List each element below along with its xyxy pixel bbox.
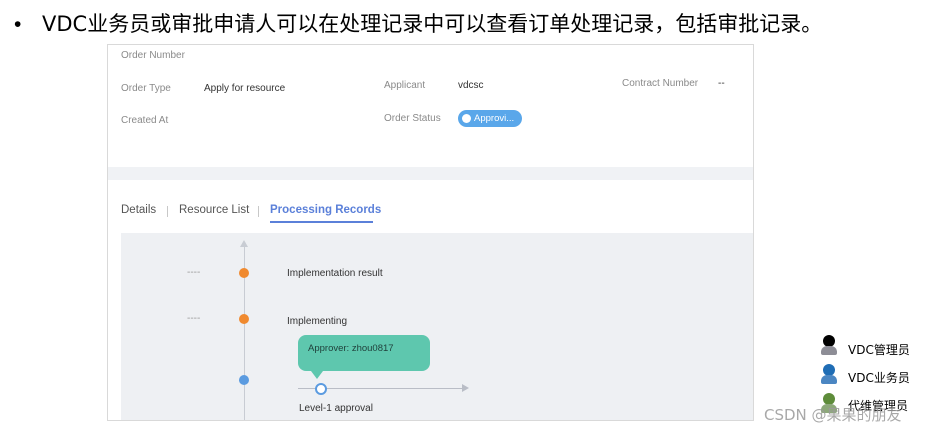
record-node-icon xyxy=(239,314,249,324)
tooltip-tail xyxy=(311,371,323,379)
order-type-value: Apply for resource xyxy=(204,83,286,94)
order-detail-screenshot: Order Number Order Type Apply for resour… xyxy=(107,44,754,421)
applicant-value: vdcsc xyxy=(458,80,484,91)
tab-details[interactable]: Details xyxy=(121,204,156,216)
bullet-point: • xyxy=(14,13,22,36)
tab-resource-list[interactable]: Resource List xyxy=(179,204,249,216)
record-node-icon xyxy=(239,268,249,278)
order-status-label: Order Status xyxy=(384,113,441,124)
approver-tooltip: Approver: zhou0817 xyxy=(298,335,430,371)
track-arrow-icon xyxy=(462,384,469,392)
processing-records-panel: ---- Implementation result ---- Implemen… xyxy=(121,233,753,420)
record-time: ---- xyxy=(187,267,201,278)
approval-level-label: Level-1 approval xyxy=(299,403,373,414)
record-text: Implementation result xyxy=(287,268,383,279)
created-at-label: Created At xyxy=(121,115,169,126)
contract-number-label: Contract Number xyxy=(622,78,699,89)
order-status-badge: Approvi... xyxy=(458,110,522,127)
record-time: ---- xyxy=(187,313,201,324)
legend-label: VDC业务员 xyxy=(848,371,910,385)
applicant-label: Applicant xyxy=(384,80,426,91)
contract-number-value: -- xyxy=(718,78,725,89)
section-divider xyxy=(108,167,753,180)
approver-text: Approver: zhou0817 xyxy=(308,343,394,354)
approval-node-icon xyxy=(239,375,249,385)
vdc-operator-person-icon xyxy=(821,364,837,384)
more-dots-icon xyxy=(462,114,471,123)
approval-step-icon[interactable] xyxy=(315,383,327,395)
tab-separator xyxy=(258,206,259,217)
order-type-label: Order Type xyxy=(121,83,171,94)
slide-heading: VDC业务员或审批申请人可以在处理记录中可以查看订单处理记录，包括审批记录。 xyxy=(42,12,823,36)
timeline-arrow-icon xyxy=(240,240,248,247)
record-text: Implementing xyxy=(287,316,348,327)
active-tab-indicator xyxy=(270,221,373,223)
watermark: CSDN @果果的朋友 xyxy=(764,406,902,424)
order-number-label: Order Number xyxy=(121,50,185,61)
tab-processing-records[interactable]: Processing Records xyxy=(270,204,381,216)
tab-separator xyxy=(167,206,168,217)
order-status-value: Approvi... xyxy=(474,113,515,124)
vdc-admin-person-icon xyxy=(821,335,837,355)
legend-label: VDC管理员 xyxy=(848,343,910,357)
